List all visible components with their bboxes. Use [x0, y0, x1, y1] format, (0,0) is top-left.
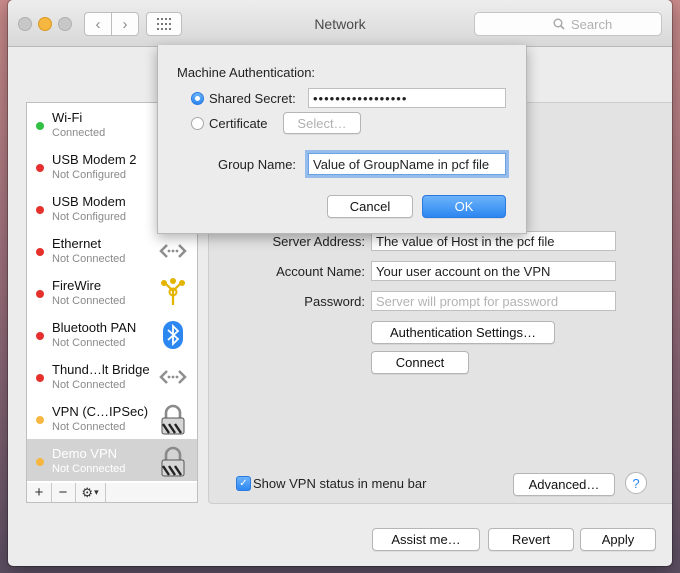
authentication-settings-button[interactable]: Authentication Settings… — [371, 321, 555, 344]
lock-icon — [161, 404, 185, 435]
service-list-toolbar: + − ⚙ ▾ — [26, 483, 198, 503]
service-thunderbolt-bridge[interactable]: Thund…lt Bridge Not Connected — [27, 355, 197, 397]
certificate-radio[interactable] — [191, 117, 204, 130]
help-button[interactable]: ? — [625, 472, 647, 494]
service-name: Wi-Fi — [52, 110, 83, 125]
server-address-field[interactable]: The value of Host in the pcf file — [371, 231, 616, 251]
connect-button[interactable]: Connect — [371, 351, 469, 374]
gear-icon: ⚙ — [81, 484, 94, 500]
service-bluetooth-pan[interactable]: Bluetooth PAN Not Connected — [27, 313, 197, 355]
group-name-label: Group Name: — [218, 157, 297, 172]
certificate-label: Certificate — [209, 116, 268, 131]
ok-button[interactable]: OK — [422, 195, 506, 218]
cancel-button[interactable]: Cancel — [327, 195, 413, 218]
search-field[interactable]: Search — [474, 12, 662, 36]
ethernet-icon — [159, 244, 187, 258]
service-name: Bluetooth PAN — [52, 320, 137, 335]
search-icon — [553, 18, 565, 30]
service-status: Not Configured — [52, 169, 126, 181]
add-service-button[interactable]: + — [27, 483, 52, 502]
service-status: Not Connected — [52, 421, 126, 433]
service-name: VPN (C…IPSec) — [52, 404, 149, 419]
ethernet-icon — [159, 370, 187, 384]
service-name: Demo VPN — [52, 446, 118, 461]
search-placeholder: Search — [571, 16, 613, 32]
service-status: Not Connected — [52, 253, 126, 265]
service-status: Connected — [52, 127, 106, 139]
firewire-icon — [161, 278, 185, 305]
service-status: Not Connected — [52, 337, 126, 349]
status-dot — [36, 248, 44, 256]
service-name: FireWire — [52, 278, 102, 293]
server-address-label: Server Address: — [272, 234, 366, 249]
remove-service-button[interactable]: − — [51, 483, 76, 502]
shared-secret-label: Shared Secret: — [209, 91, 296, 106]
account-name-label: Account Name: — [276, 264, 365, 279]
show-vpn-status-checkbox[interactable]: ✓ — [236, 476, 251, 491]
status-dot — [36, 416, 44, 424]
service-name: USB Modem — [52, 194, 126, 209]
select-certificate-button[interactable]: Select… — [283, 112, 361, 134]
service-status: Not Connected — [52, 379, 126, 391]
apply-button[interactable]: Apply — [580, 528, 656, 551]
service-name: Thund…lt Bridge — [52, 362, 150, 377]
service-demo-vpn[interactable]: Demo VPN Not Connected — [27, 439, 197, 481]
status-dot — [36, 206, 44, 214]
chevron-down-icon: ▾ — [94, 487, 99, 497]
show-vpn-status-label: Show VPN status in menu bar — [253, 476, 427, 491]
service-vpn-cisco-ipsec[interactable]: VPN (C…IPSec) Not Connected — [27, 397, 197, 439]
shared-secret-field[interactable]: ••••••••••••••••• — [308, 88, 506, 108]
network-preferences-window: ‹ › Network Search Wi-Fi Connected USB M… — [8, 0, 672, 566]
group-name-field[interactable]: Value of GroupName in pcf file — [308, 153, 506, 175]
password-field[interactable]: Server will prompt for password — [371, 291, 616, 311]
sheet-heading: Machine Authentication: — [177, 65, 316, 80]
service-ethernet[interactable]: Ethernet Not Connected — [27, 229, 197, 271]
bluetooth-icon — [163, 321, 183, 349]
account-name-field[interactable]: Your user account on the VPN — [371, 261, 616, 281]
password-label: Password: — [304, 294, 365, 309]
status-dot — [36, 164, 44, 172]
status-dot — [36, 458, 44, 466]
service-firewire[interactable]: FireWire Not Connected — [27, 271, 197, 313]
service-status: Not Configured — [52, 211, 126, 223]
shared-secret-radio[interactable] — [191, 92, 204, 105]
status-dot — [36, 332, 44, 340]
advanced-button[interactable]: Advanced… — [513, 473, 615, 496]
service-status: Not Connected — [52, 295, 126, 307]
status-dot — [36, 374, 44, 382]
status-dot — [36, 122, 44, 130]
status-dot — [36, 290, 44, 298]
title-bar: ‹ › Network Search — [8, 0, 672, 47]
assist-me-button[interactable]: Assist me… — [372, 528, 480, 551]
machine-authentication-sheet: Machine Authentication: Shared Secret: •… — [157, 45, 527, 234]
service-name: Ethernet — [52, 236, 102, 251]
action-menu-button[interactable]: ⚙ ▾ — [75, 483, 106, 502]
revert-button[interactable]: Revert — [488, 528, 574, 551]
lock-icon — [161, 446, 185, 477]
service-status: Not Connected — [52, 463, 126, 475]
service-name: USB Modem 2 — [52, 152, 137, 167]
